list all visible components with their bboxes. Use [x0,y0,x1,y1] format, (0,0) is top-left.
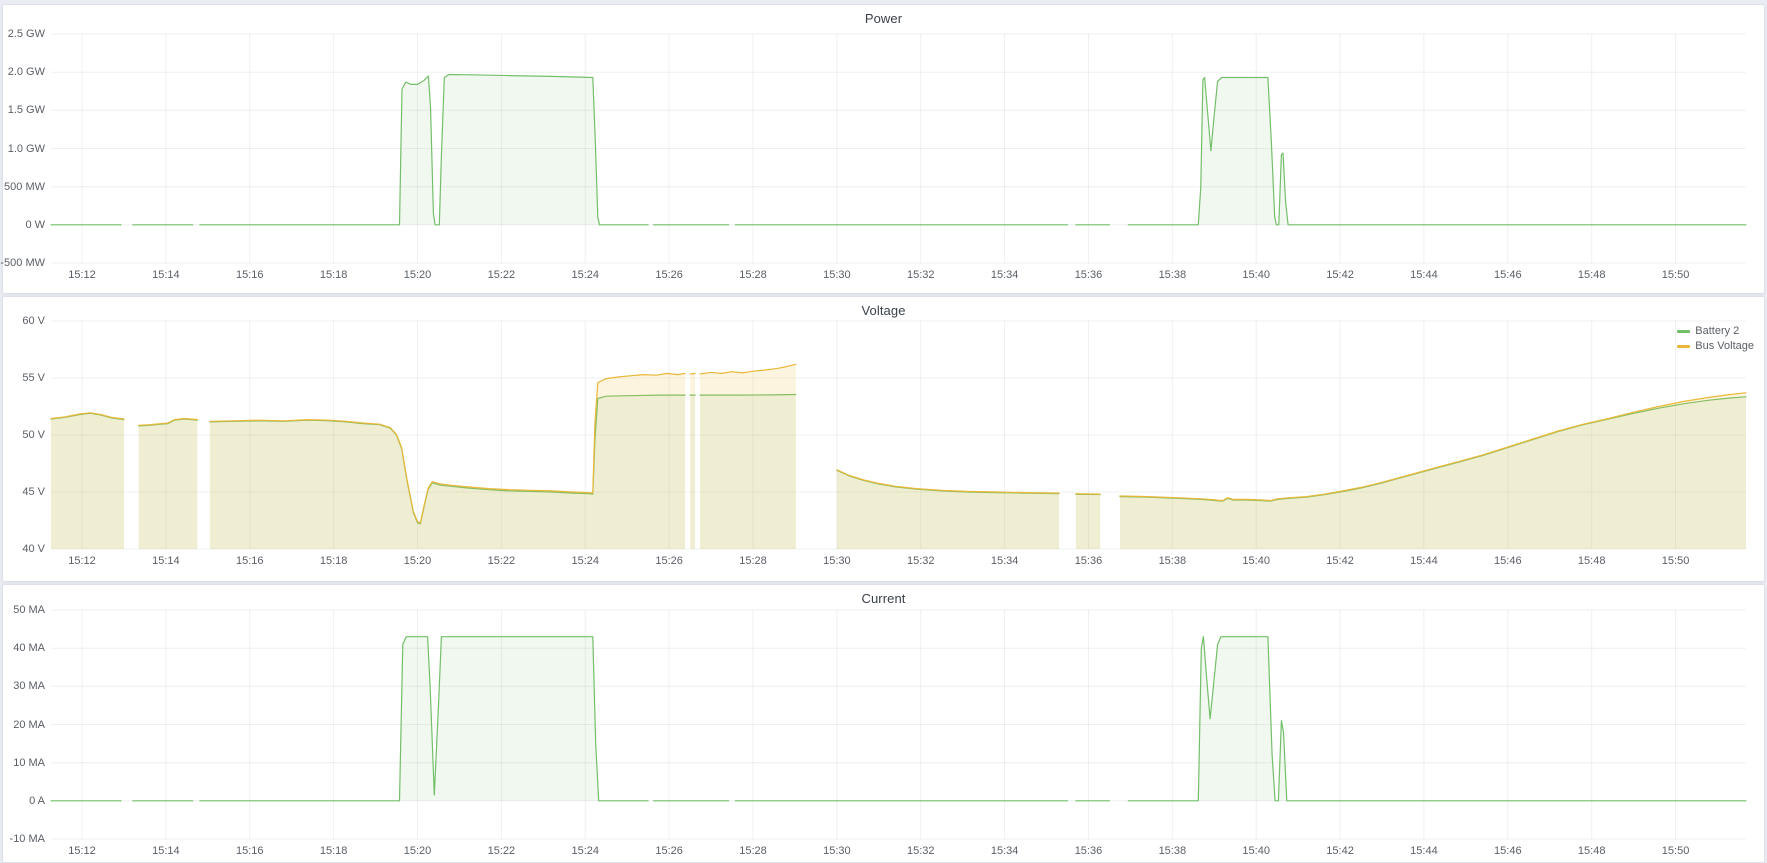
legend-label: Bus Voltage [1695,340,1754,352]
power-chart-canvas[interactable] [3,5,1762,291]
legend-swatch [1677,345,1690,348]
bus-voltage-series-fill [139,419,198,550]
panel-title-power[interactable]: Power [3,11,1764,26]
bus-voltage-series-fill [690,373,695,549]
dashboard: { "page": { "background_color": "#e9ecf3… [0,0,1767,863]
bus-voltage-series-line [690,373,695,374]
power-series-fill [200,75,648,225]
panel-title-current[interactable]: Current [3,591,1764,606]
bus-voltage-series-fill [51,413,124,549]
current-series-fill [200,637,648,801]
current-series-fill [1128,637,1746,801]
panel-title-voltage[interactable]: Voltage [3,303,1764,318]
legend-swatch [1677,330,1690,333]
bus-voltage-series-fill [700,364,796,549]
bus-voltage-series-fill [1120,393,1746,549]
power-series-fill [1128,78,1746,225]
bus-voltage-series-fill [210,373,685,549]
legend-item-bus-voltage[interactable]: Bus Voltage [1677,340,1754,352]
voltage-legend: Battery 2 Bus Voltage [1677,325,1754,352]
panel-current: Current 50 MA40 MA30 MA20 MA10 MA0 A-10 … [2,584,1765,863]
legend-label: Battery 2 [1695,325,1739,337]
panel-power: Power 2.5 GW2.0 GW1.5 GW1.0 GW500 MW0 W-… [2,4,1765,294]
legend-item-battery-2[interactable]: Battery 2 [1677,325,1739,337]
bus-voltage-series-fill [1076,494,1100,549]
panel-voltage: Voltage 60 V55 V50 V45 V40 V15:1215:1415… [2,296,1765,582]
current-chart-canvas[interactable] [3,585,1762,860]
voltage-chart-canvas[interactable] [3,297,1762,579]
